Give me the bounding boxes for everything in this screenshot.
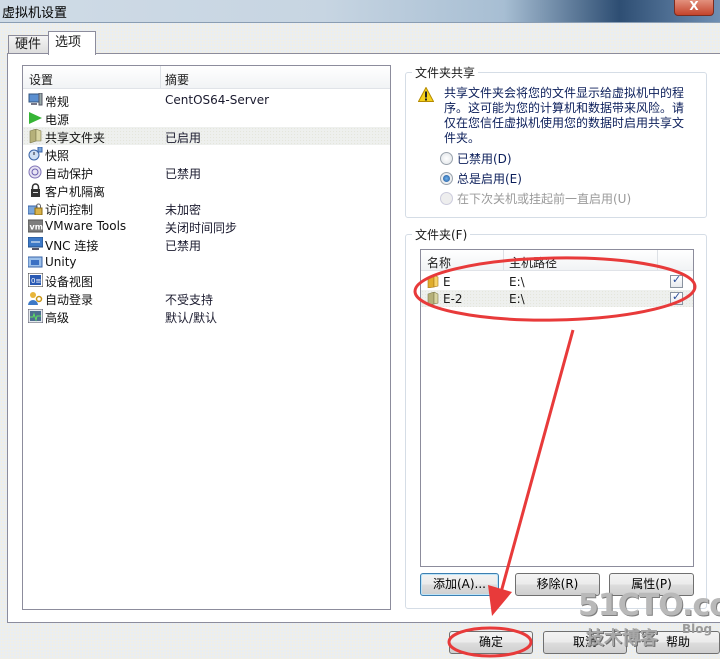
column-divider[interactable] — [657, 250, 658, 270]
folder-list: 名称 主机路径 E E:\ E-2 E:\ — [420, 249, 694, 567]
settings-row[interactable]: vm VMware Tools 关闭时间同步 — [23, 217, 390, 235]
autoprotect-icon — [28, 165, 42, 179]
close-icon: X — [689, 0, 699, 13]
settings-row[interactable]: Unity — [23, 253, 390, 271]
setting-name: 设备视图 — [45, 275, 94, 289]
radio-label: 已禁用(D) — [457, 152, 512, 166]
vmware-tools-icon: vm — [28, 219, 43, 233]
play-icon — [29, 112, 42, 124]
setting-summary: 已启用 — [165, 131, 202, 145]
column-divider[interactable] — [160, 66, 161, 88]
snapshot-icon — [28, 147, 43, 161]
radio-circle[interactable] — [440, 152, 453, 165]
settings-row[interactable]: VNC 连接 已禁用 — [23, 235, 390, 253]
settings-row[interactable]: 自动保护 已禁用 — [23, 163, 390, 181]
close-button[interactable]: X — [674, 0, 714, 16]
settings-row[interactable]: 访问控制 未加密 — [23, 199, 390, 217]
window-title: 虚拟机设置 — [2, 6, 68, 21]
column-header-setting[interactable]: 设置 — [29, 71, 53, 88]
folder-enabled-checkbox[interactable] — [670, 290, 683, 305]
folder-host-path: E:\ — [509, 275, 525, 289]
folder-name: E — [443, 275, 451, 289]
add-folder-button[interactable]: 添加(A)... — [420, 573, 499, 596]
setting-name: VNC 连接 — [45, 239, 99, 253]
shared-folder-icon — [29, 129, 42, 143]
folder-sharing-legend: 文件夹共享 — [412, 64, 479, 81]
setting-name: Unity — [45, 255, 77, 269]
warning-text: 共享文件夹会将您的文件显示给虚拟机中的程序。这可能为您的计算机和数据带来风险。请… — [444, 86, 685, 145]
folder-enabled-checkbox[interactable] — [670, 273, 683, 288]
setting-summary: 已禁用 — [165, 167, 202, 181]
settings-list-header: 设置 摘要 — [23, 66, 390, 89]
settings-row[interactable]: 0≡ 设备视图 — [23, 271, 390, 289]
setting-summary: CentOS64-Server — [165, 93, 270, 107]
folder-host-path: E:\ — [509, 292, 525, 306]
settings-list: 设置 摘要 常规 CentOS64-Server 电源 共享文件夹 已启用 快照 自动保护已… — [22, 65, 391, 610]
folders-group: 文件夹(F) 名称 主机路径 E E:\ E-2 E:\ — [405, 226, 707, 609]
setting-name: 自动登录 — [45, 293, 94, 307]
cancel-button[interactable]: 取消 — [543, 631, 627, 654]
folder-row[interactable]: E E:\ — [421, 273, 693, 290]
settings-row[interactable]: 常规 CentOS64-Server — [23, 91, 390, 109]
svg-text:0≡: 0≡ — [31, 277, 41, 285]
svg-text:vm: vm — [30, 223, 44, 232]
setting-summary: 默认/默认 — [165, 311, 218, 325]
settings-row[interactable]: 自动登录 不受支持 — [23, 289, 390, 307]
help-button[interactable]: 帮助 — [636, 631, 720, 654]
advanced-icon — [28, 309, 43, 323]
setting-summary: 关闭时间同步 — [165, 221, 238, 235]
device-view-icon: 0≡ — [28, 273, 43, 287]
folder-row[interactable]: E-2 E:\ — [421, 290, 693, 307]
folder-icon — [427, 275, 439, 288]
settings-row[interactable]: 快照 — [23, 145, 390, 163]
access-control-icon — [28, 203, 43, 215]
radio-circle[interactable] — [440, 172, 453, 185]
setting-name: 常规 — [45, 95, 70, 109]
folder-name: E-2 — [443, 292, 463, 306]
setting-name: 共享文件夹 — [45, 131, 106, 145]
column-divider[interactable] — [503, 250, 504, 270]
radio-circle — [440, 192, 453, 205]
settings-row[interactable]: 客户机隔离 — [23, 181, 390, 199]
folder-properties-button[interactable]: 属性(P) — [609, 573, 694, 596]
folders-legend: 文件夹(F) — [412, 226, 471, 243]
warning-icon — [418, 87, 434, 102]
setting-name: 高级 — [45, 311, 70, 325]
settings-row[interactable]: 共享文件夹 已启用 — [23, 127, 390, 145]
lock-icon — [31, 183, 40, 197]
unity-icon — [28, 256, 43, 268]
folder-icon — [427, 292, 439, 305]
tab-options[interactable]: 选项 — [48, 31, 96, 55]
title-bar: 虚拟机设置 X — [0, 0, 720, 23]
autologin-icon — [28, 292, 43, 305]
setting-name: 电源 — [45, 113, 70, 127]
setting-name: 快照 — [45, 149, 70, 163]
ok-button[interactable]: 确定 — [449, 631, 533, 654]
setting-summary: 未加密 — [165, 203, 202, 217]
setting-name: 自动保护 — [45, 167, 94, 181]
setting-name: VMware Tools — [45, 219, 127, 233]
folder-sharing-group: 文件夹共享 共享文件夹会将您的文件显示给虚拟机中的程序。这可能为您的计算机和数据… — [405, 64, 707, 218]
settings-row[interactable]: 电源 — [23, 109, 390, 127]
setting-summary: 已禁用 — [165, 239, 202, 253]
vnc-icon — [28, 237, 43, 250]
folder-list-header: 名称 主机路径 — [421, 250, 693, 271]
remove-folder-button[interactable]: 移除(R) — [515, 573, 600, 596]
column-header-host-path[interactable]: 主机路径 — [509, 254, 557, 271]
setting-name: 客户机隔离 — [45, 185, 106, 199]
radio-label: 总是启用(E) — [457, 172, 522, 186]
column-header-name[interactable]: 名称 — [427, 254, 451, 271]
tab-hardware[interactable]: 硬件 — [8, 35, 52, 54]
setting-name: 访问控制 — [45, 203, 94, 217]
monitor-icon — [28, 93, 43, 106]
setting-summary: 不受支持 — [165, 293, 214, 307]
settings-row[interactable]: 高级 默认/默认 — [23, 307, 390, 325]
column-header-summary[interactable]: 摘要 — [165, 71, 189, 88]
radio-label: 在下次关机或挂起前一直启用(U) — [457, 192, 632, 206]
